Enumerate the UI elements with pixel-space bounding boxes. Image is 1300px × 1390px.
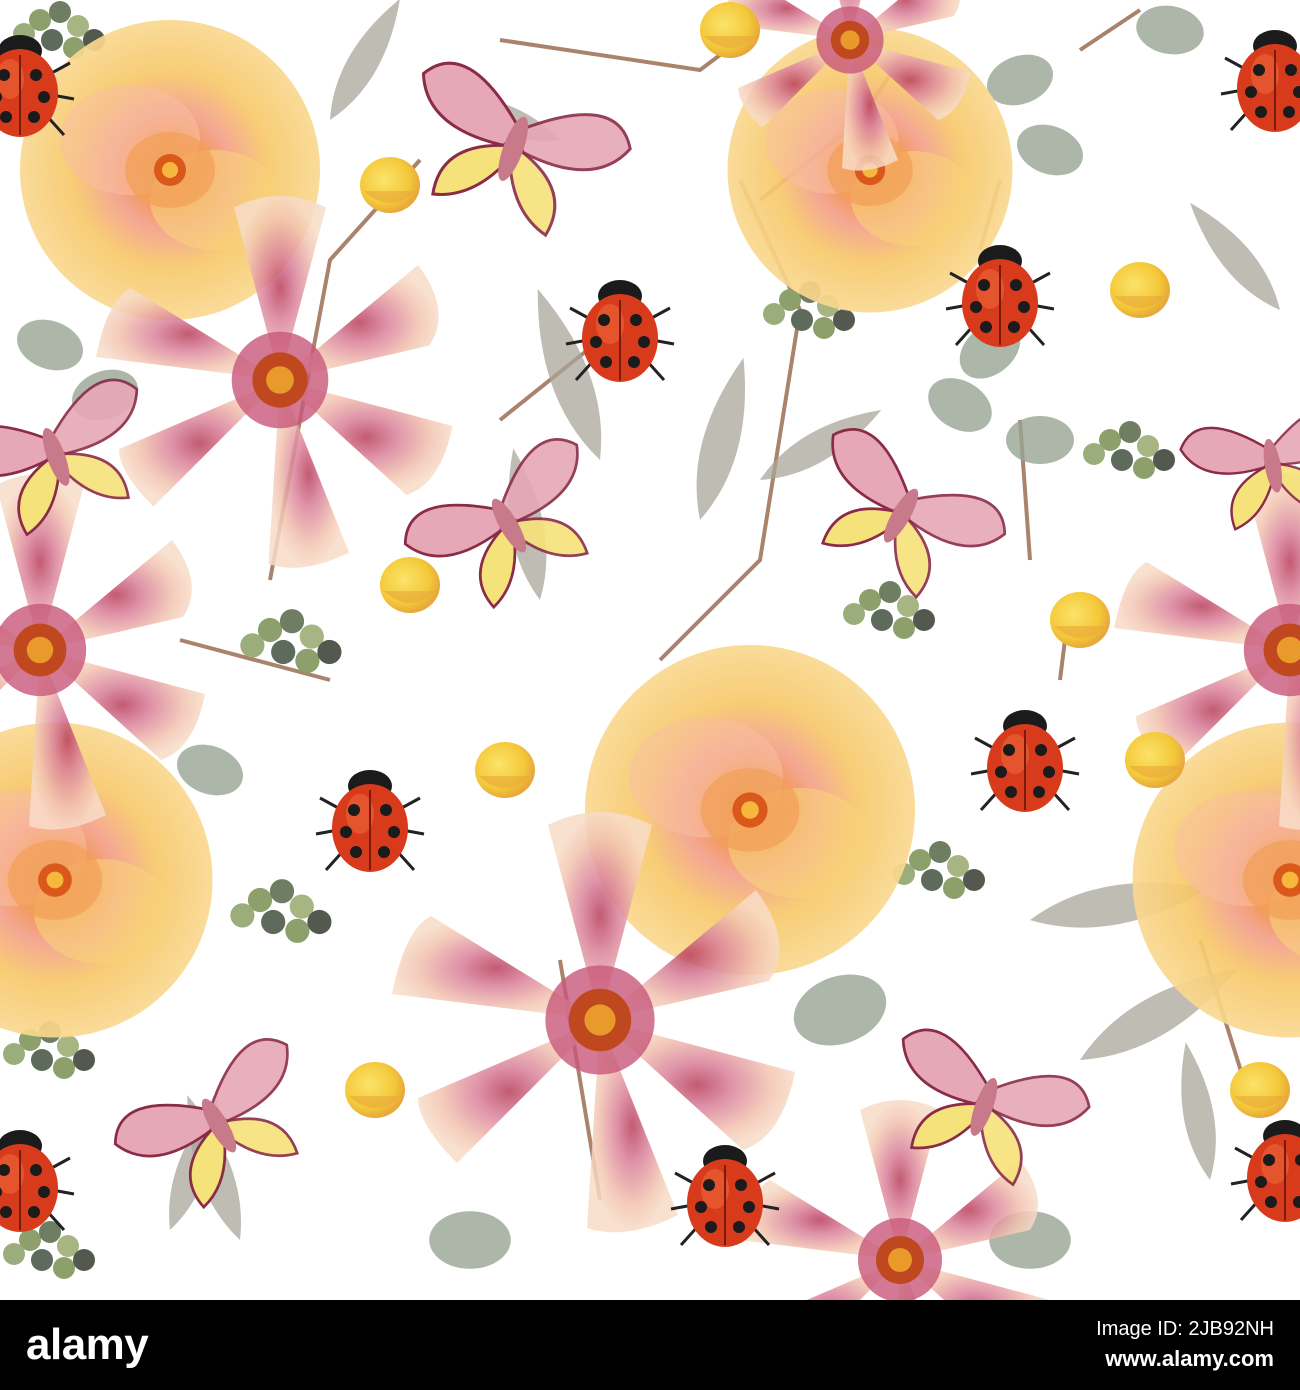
floral-pattern-artwork — [0, 0, 1300, 1300]
rose-flowers — [0, 20, 1300, 1038]
stock-footer-bar: alamy Image ID: 2JB92NH www.alamy.com — [0, 1300, 1300, 1390]
image-id-label: Image ID: 2JB92NH — [1096, 1318, 1274, 1340]
image-id-block: Image ID: 2JB92NH www.alamy.com — [1096, 1314, 1274, 1374]
floral-pattern-svg — [0, 0, 1300, 1300]
site-url: www.alamy.com — [1105, 1346, 1274, 1371]
brand-logo: alamy — [26, 1320, 149, 1369]
